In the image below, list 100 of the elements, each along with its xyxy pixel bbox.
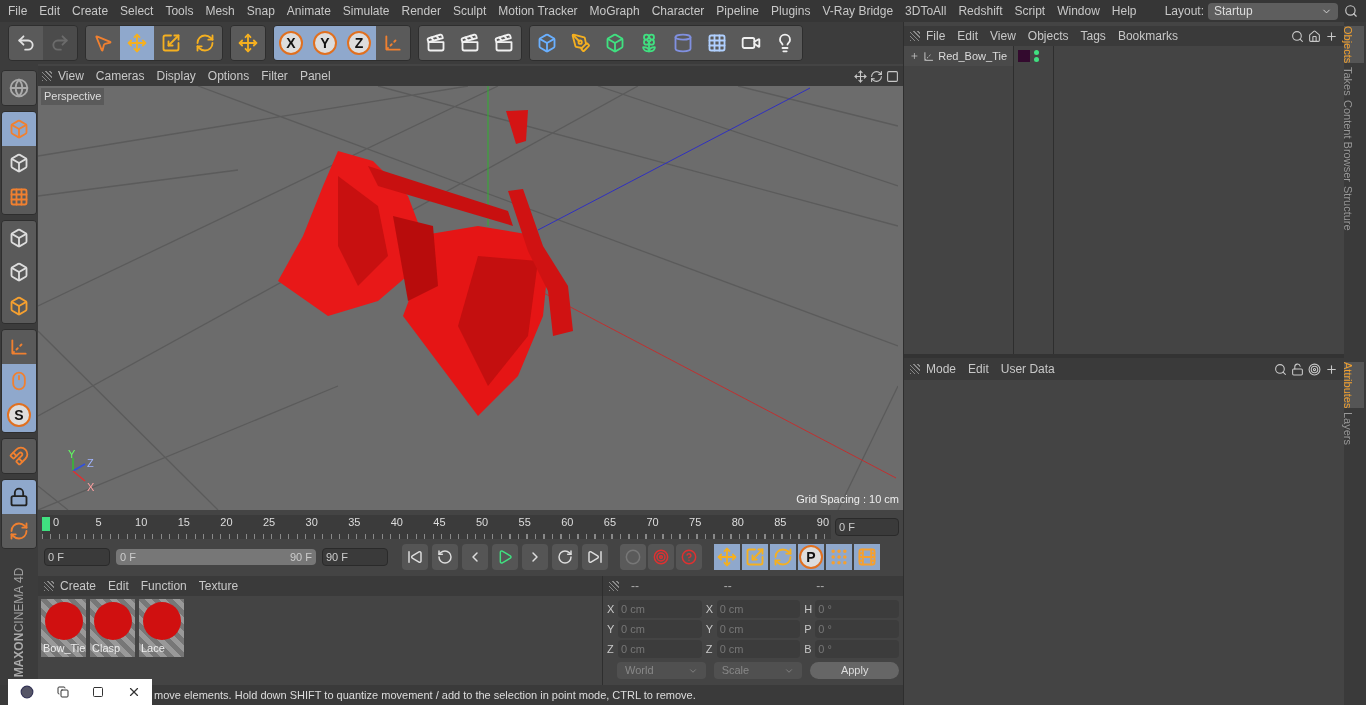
side-tab[interactable]: Layers bbox=[1344, 412, 1364, 446]
menu-item[interactable]: Pipeline bbox=[710, 2, 766, 20]
unlock-icon[interactable] bbox=[1291, 362, 1304, 376]
material-thumbnail[interactable]: Lace bbox=[139, 599, 184, 657]
render-tool-button[interactable] bbox=[487, 26, 521, 60]
target-icon[interactable] bbox=[1308, 362, 1321, 376]
layer-swatch[interactable] bbox=[1018, 50, 1030, 62]
menu-item[interactable]: 3DToAll bbox=[899, 2, 953, 20]
object-row[interactable]: Red_Bow_Tie bbox=[904, 46, 1013, 66]
side-tab[interactable]: Takes bbox=[1344, 67, 1364, 97]
menu-item[interactable]: Character bbox=[645, 2, 711, 20]
menu-item[interactable]: Objects bbox=[1021, 27, 1075, 45]
grid-lock-tool-button[interactable] bbox=[2, 480, 36, 514]
render-tool-button[interactable] bbox=[419, 26, 453, 60]
search-icon[interactable] bbox=[1344, 4, 1358, 18]
material-thumbnail[interactable]: Bow_Tie bbox=[41, 599, 86, 657]
menu-item[interactable]: Window bbox=[1051, 2, 1106, 20]
side-tab[interactable]: Structure bbox=[1344, 186, 1364, 231]
menu-item[interactable]: Bookmarks bbox=[1111, 27, 1184, 45]
menu-item[interactable]: Snap bbox=[240, 2, 281, 20]
side-tab[interactable]: Objects bbox=[1344, 26, 1364, 64]
letter-tool-button[interactable]: X bbox=[274, 26, 308, 60]
menu-item[interactable]: View bbox=[984, 27, 1022, 45]
menu-item[interactable]: Function bbox=[134, 577, 193, 595]
texture-tool-button[interactable] bbox=[2, 146, 36, 180]
menu-item[interactable]: File bbox=[920, 27, 952, 45]
menu-item[interactable]: Sculpt bbox=[446, 2, 493, 20]
menu-item[interactable]: View bbox=[52, 67, 90, 85]
menu-item[interactable]: Edit bbox=[33, 2, 67, 20]
frame-field[interactable]: 90 F bbox=[322, 548, 388, 566]
camera-label[interactable]: Perspective bbox=[41, 88, 105, 105]
letter-tool-button[interactable]: Z bbox=[342, 26, 376, 60]
menu-item[interactable]: MoGraph bbox=[583, 2, 646, 20]
menu-item[interactable]: Edit bbox=[102, 577, 135, 595]
maximize-icon[interactable] bbox=[91, 686, 104, 698]
menu-item[interactable]: Edit bbox=[962, 360, 995, 378]
axis-tool-button[interactable] bbox=[2, 330, 36, 364]
menu-item[interactable]: Texture bbox=[192, 577, 245, 595]
expand-icon[interactable] bbox=[910, 51, 919, 61]
menu-item[interactable]: Select bbox=[114, 2, 160, 20]
menu-item[interactable]: Tags bbox=[1074, 27, 1112, 45]
play-button[interactable] bbox=[492, 544, 518, 570]
points-tool-button[interactable] bbox=[2, 221, 36, 255]
menu-item[interactable]: Cameras bbox=[89, 67, 151, 85]
magnet-tool-button[interactable] bbox=[2, 439, 36, 473]
app-logo-icon[interactable] bbox=[19, 685, 34, 699]
menu-item[interactable]: Simulate bbox=[336, 2, 396, 20]
sphere-tool-button[interactable] bbox=[2, 71, 36, 105]
menu-item[interactable]: Display bbox=[150, 67, 202, 85]
menu-item[interactable]: Help bbox=[1105, 2, 1143, 20]
search-icon[interactable] bbox=[1291, 29, 1304, 43]
first-button[interactable] bbox=[402, 544, 428, 570]
last-button[interactable] bbox=[582, 544, 608, 570]
search-icon[interactable] bbox=[1274, 362, 1287, 376]
frame-field[interactable]: 0 F bbox=[835, 518, 899, 536]
menu-item[interactable]: Filter bbox=[255, 67, 294, 85]
cube-tool-button[interactable] bbox=[530, 26, 564, 60]
menu-item[interactable]: Create bbox=[54, 577, 103, 595]
letter-tool-button[interactable]: Y bbox=[308, 26, 342, 60]
rotate-tool-button[interactable] bbox=[188, 26, 222, 60]
select-tool-button[interactable] bbox=[86, 26, 120, 60]
menu-item[interactable]: Create bbox=[66, 2, 115, 20]
menu-item[interactable]: Tools bbox=[159, 2, 200, 20]
menu-item[interactable]: Animate bbox=[280, 2, 337, 20]
visibility-dots-icon[interactable] bbox=[1034, 50, 1039, 62]
menu-item[interactable]: Motion Tracker bbox=[492, 2, 584, 20]
menu-item[interactable]: Mesh bbox=[199, 2, 241, 20]
letter-tool-button[interactable]: S bbox=[2, 398, 36, 432]
polygons-tool-button[interactable] bbox=[2, 289, 36, 323]
menu-item[interactable]: Render bbox=[395, 2, 447, 20]
workplane-tool-button[interactable] bbox=[2, 180, 36, 214]
timeline-ruler[interactable]: 0 5 10 15 20 25 30 35 40 45 50 55 60 65 70 75 80 85 90 bbox=[42, 515, 831, 539]
restore-icon[interactable] bbox=[56, 686, 69, 698]
orbit-icon[interactable] bbox=[870, 69, 883, 83]
menu-item[interactable]: Plugins bbox=[765, 2, 817, 20]
prev-frame-button[interactable] bbox=[462, 544, 488, 570]
home-icon[interactable] bbox=[1308, 29, 1321, 43]
frame-field[interactable]: 0 F bbox=[44, 548, 110, 566]
menu-item[interactable]: User Data bbox=[994, 360, 1061, 378]
next-frame-button[interactable] bbox=[522, 544, 548, 570]
menu-item[interactable]: Script bbox=[1008, 2, 1052, 20]
side-tab[interactable]: Attributes bbox=[1344, 362, 1364, 409]
apply-button[interactable]: Apply bbox=[810, 662, 899, 679]
menu-item[interactable]: File bbox=[2, 2, 34, 20]
menu-item[interactable]: V-Ray Bridge bbox=[816, 2, 900, 20]
menu-item[interactable]: Edit bbox=[951, 27, 985, 45]
menu-item[interactable]: Panel bbox=[293, 67, 337, 85]
move-tool-button[interactable] bbox=[231, 26, 265, 60]
scale-tool-button[interactable] bbox=[154, 26, 188, 60]
light-tool-button[interactable] bbox=[768, 26, 802, 60]
menu-item[interactable]: Mode bbox=[920, 360, 963, 378]
menu-item[interactable]: Redshift bbox=[952, 2, 1009, 20]
new-panel-icon[interactable] bbox=[1325, 29, 1338, 43]
undo-tool-button[interactable] bbox=[9, 26, 43, 60]
prev-key-button[interactable] bbox=[432, 544, 458, 570]
layout-dropdown[interactable]: Startup bbox=[1208, 2, 1338, 20]
param-tool-button[interactable]: P bbox=[798, 544, 824, 570]
next-key-button[interactable] bbox=[552, 544, 578, 570]
material-thumbnail[interactable]: Clasp bbox=[90, 599, 135, 657]
coord-tool-button[interactable] bbox=[376, 26, 410, 60]
